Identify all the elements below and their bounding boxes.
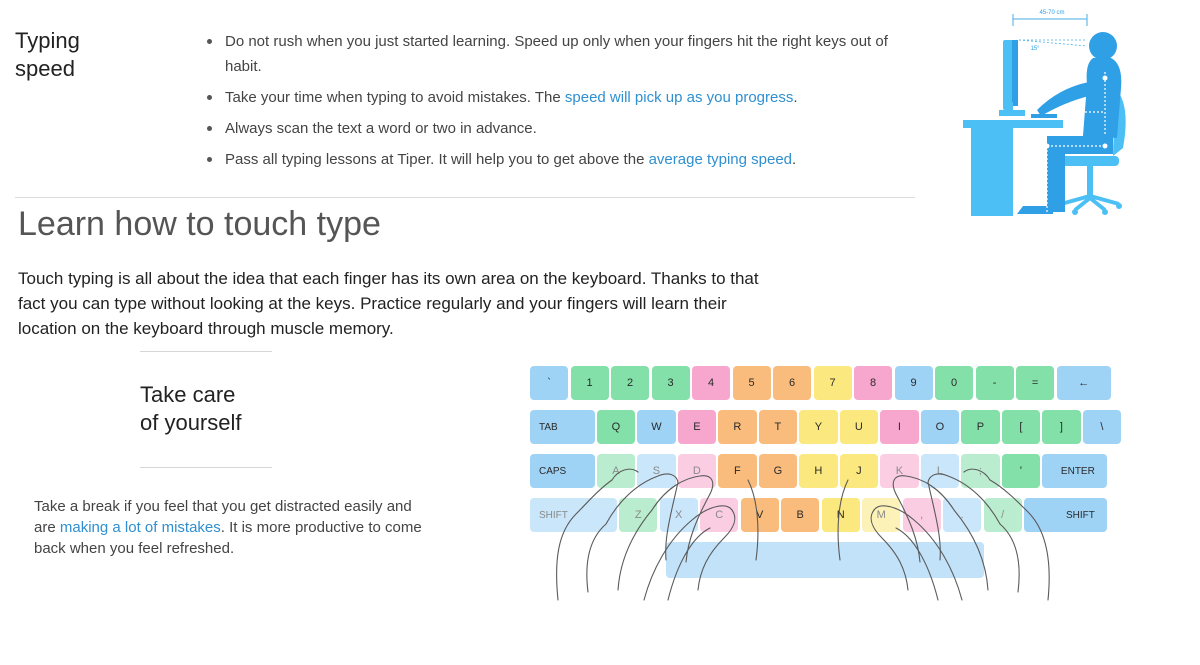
key-3: 3 <box>651 366 690 400</box>
key-x: X <box>659 498 698 532</box>
typing-speed-heading: Typing speed <box>15 27 165 83</box>
key-symbol: . <box>943 498 982 532</box>
key-1: 1 <box>570 366 609 400</box>
posture-illustration: 45-70 cm 15° <box>963 10 1126 216</box>
key-i: I <box>880 410 919 444</box>
tip-text-after: . <box>793 89 798 106</box>
section-divider <box>15 197 915 198</box>
key-a: A <box>596 454 635 488</box>
key-m: M <box>862 498 901 532</box>
key-tab: TAB <box>530 410 595 444</box>
key-space <box>666 542 984 578</box>
mistakes-link[interactable]: making a lot of mistakes <box>60 519 221 536</box>
tip-item: Take your time when typing to avoid mist… <box>206 85 916 110</box>
key-7: 7 <box>813 366 852 400</box>
key-symbol: = <box>1016 366 1055 400</box>
care-bottom-divider <box>140 467 272 468</box>
key-l: L <box>920 454 959 488</box>
key-symbol: , <box>902 498 941 532</box>
key-e: E <box>677 410 716 444</box>
key-0: 0 <box>935 366 974 400</box>
tip-text: Pass all typing lessons at Tiper. It wil… <box>225 151 649 168</box>
key-symbol: [ <box>1001 410 1040 444</box>
distance-measure: 45-70 cm <box>1012 10 1088 26</box>
key-t: T <box>758 410 797 444</box>
title-line: speed <box>15 56 75 81</box>
tip-text: Take your time when typing to avoid mist… <box>225 89 565 106</box>
tip-link[interactable]: average typing speed <box>649 151 792 168</box>
tip-item: Always scan the text a word or two in ad… <box>206 116 916 141</box>
key-symbol: ] <box>1042 410 1081 444</box>
key-w: W <box>637 410 676 444</box>
key-9: 9 <box>894 366 933 400</box>
key-enter: ENTER <box>1042 454 1107 488</box>
tip-item: Pass all typing lessons at Tiper. It wil… <box>206 147 916 172</box>
key-g: G <box>758 454 797 488</box>
key-s: S <box>637 454 676 488</box>
key-k: K <box>880 454 919 488</box>
monitor-shape <box>999 40 1025 116</box>
key-2: 2 <box>611 366 650 400</box>
tip-link[interactable]: speed will pick up as you progress <box>565 89 793 106</box>
tip-text: Always scan the text a word or two in ad… <box>225 120 537 137</box>
key-o: O <box>920 410 959 444</box>
key-4: 4 <box>692 366 731 400</box>
tip-text-after: . <box>792 151 797 168</box>
title-line: Take care <box>140 382 236 407</box>
key-shift: SHIFT <box>530 498 617 532</box>
key-caps: CAPS <box>530 454 595 488</box>
keyboard-diagram: ` 1 2 3 4 5 6 7 8 9 0- = ← TAB Q W E R T Y U I O P[] \ CAPS A S D F G H… <box>530 366 1121 581</box>
key-8: 8 <box>854 366 893 400</box>
key-z: Z <box>619 498 658 532</box>
tips-list: Do not rush when you just started learni… <box>206 29 916 178</box>
key-f: F <box>718 454 757 488</box>
key-symbol: / <box>983 498 1022 532</box>
key-v: V <box>740 498 779 532</box>
care-top-divider <box>140 351 272 352</box>
key-shift: SHIFT <box>1024 498 1107 532</box>
tip-item: Do not rush when you just started learni… <box>206 29 916 79</box>
key-d: D <box>677 454 716 488</box>
distance-label: 45-70 cm <box>1039 10 1064 16</box>
learn-title: Learn how to touch type <box>18 205 381 243</box>
key-r: R <box>718 410 757 444</box>
key-n: N <box>821 498 860 532</box>
key-symbol: ` <box>530 366 569 400</box>
angle-label: 15° <box>1030 46 1040 52</box>
key-c: C <box>700 498 739 532</box>
learn-body: Touch typing is all about the idea that … <box>18 269 759 338</box>
key-symbol: ← <box>1056 366 1111 400</box>
key-p: P <box>961 410 1000 444</box>
key-b: B <box>781 498 820 532</box>
key-symbol: ' <box>1001 454 1040 488</box>
key-5: 5 <box>732 366 771 400</box>
care-title: Take care of yourself <box>140 381 300 437</box>
tip-text: Do not rush when you just started learni… <box>225 33 888 75</box>
key-symbol: - <box>975 366 1014 400</box>
key-symbol: \ <box>1082 410 1121 444</box>
key-j: J <box>839 454 878 488</box>
title-line: Typing <box>15 28 80 53</box>
key-q: Q <box>596 410 635 444</box>
key-symbol: ; <box>961 454 1000 488</box>
care-body: Take a break if you feel that you get di… <box>34 496 434 559</box>
key-6: 6 <box>773 366 812 400</box>
title-line: of yourself <box>140 410 242 435</box>
key-y: Y <box>799 410 838 444</box>
key-h: H <box>799 454 838 488</box>
key-u: U <box>839 410 878 444</box>
